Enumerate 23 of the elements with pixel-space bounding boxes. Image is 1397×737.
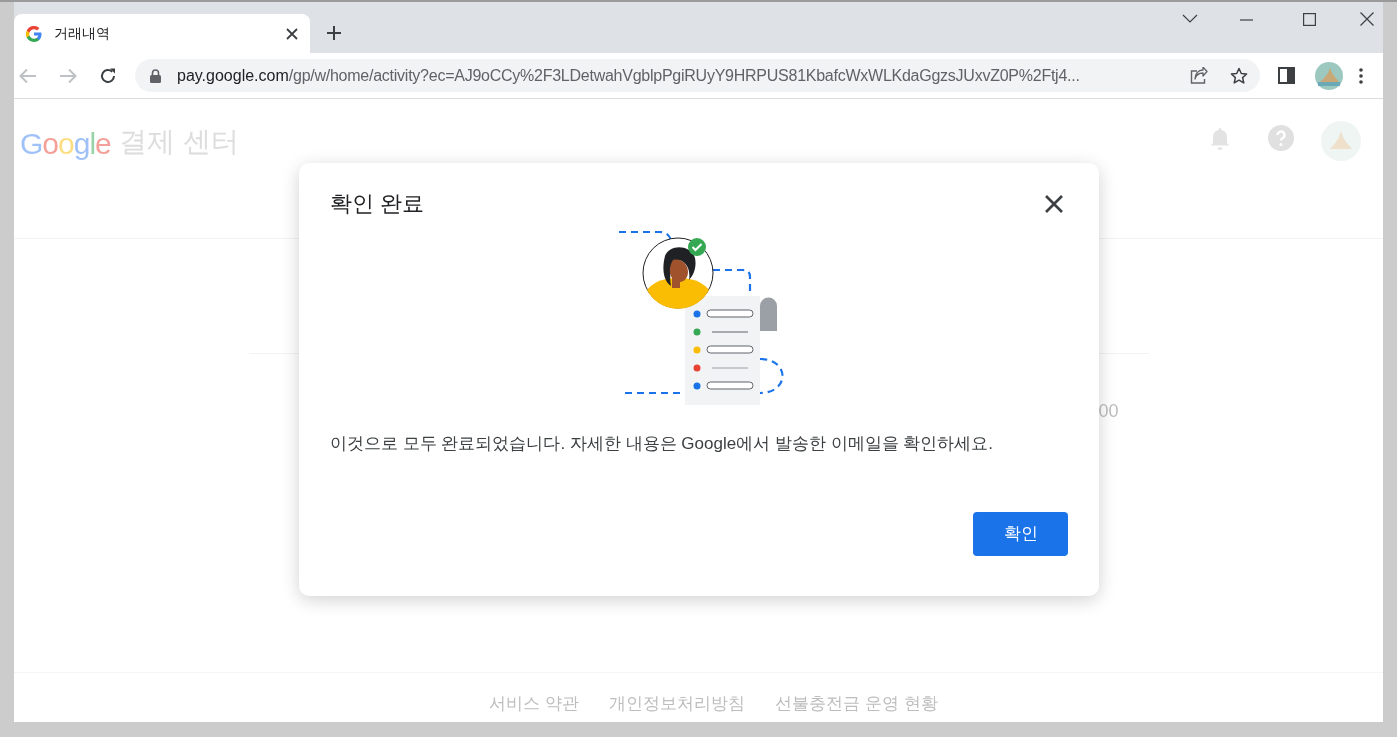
reload-icon[interactable] (99, 66, 117, 85)
share-icon[interactable] (1190, 67, 1208, 84)
dialog-title: 확인 완료 (330, 190, 425, 218)
logo-wordmark: Google (20, 126, 111, 162)
close-icon[interactable] (1360, 12, 1374, 26)
google-g-icon (26, 25, 42, 42)
close-icon[interactable] (1045, 194, 1063, 213)
url-text: pay.google.com/gp/w/home/activity?ec=AJ9oCCy%2F3LDetwahVgblpPgiRUyY9HRPUS81KbafcWxWLKdaGgzsJUxvZ0P%2Ftj4... (177, 65, 1081, 86)
amount-text: 00 (1098, 400, 1119, 423)
tab-title: 거래내역 (54, 24, 111, 43)
address-bar[interactable]: pay.google.com/gp/w/home/activity?ec=AJ9oCCy%2F3LDetwahVgblpPgiRUyY9HRPUS81KbafcWxWLKdaGgzsJUxvZ0P%2Ftj4... (135, 59, 1260, 92)
side-panel-icon[interactable] (1278, 67, 1295, 84)
maximize-icon[interactable] (1303, 13, 1316, 26)
browser-tab[interactable]: 거래내역 (14, 14, 310, 53)
more-options-icon[interactable] (1359, 67, 1363, 84)
dialog-message: 이것으로 모두 완료되었습니다. 자세한 내용은 Google에서 발송한 이메일을 확인하세요. (330, 433, 995, 455)
confirm-button[interactable]: 확인 (973, 511, 1068, 556)
chevron-down-icon[interactable] (1182, 14, 1198, 24)
avatar-icon[interactable] (1315, 61, 1343, 90)
lock-icon (150, 68, 161, 83)
close-icon[interactable] (286, 27, 298, 40)
star-icon[interactable] (1230, 66, 1248, 85)
new-tab-icon[interactable] (326, 25, 342, 41)
